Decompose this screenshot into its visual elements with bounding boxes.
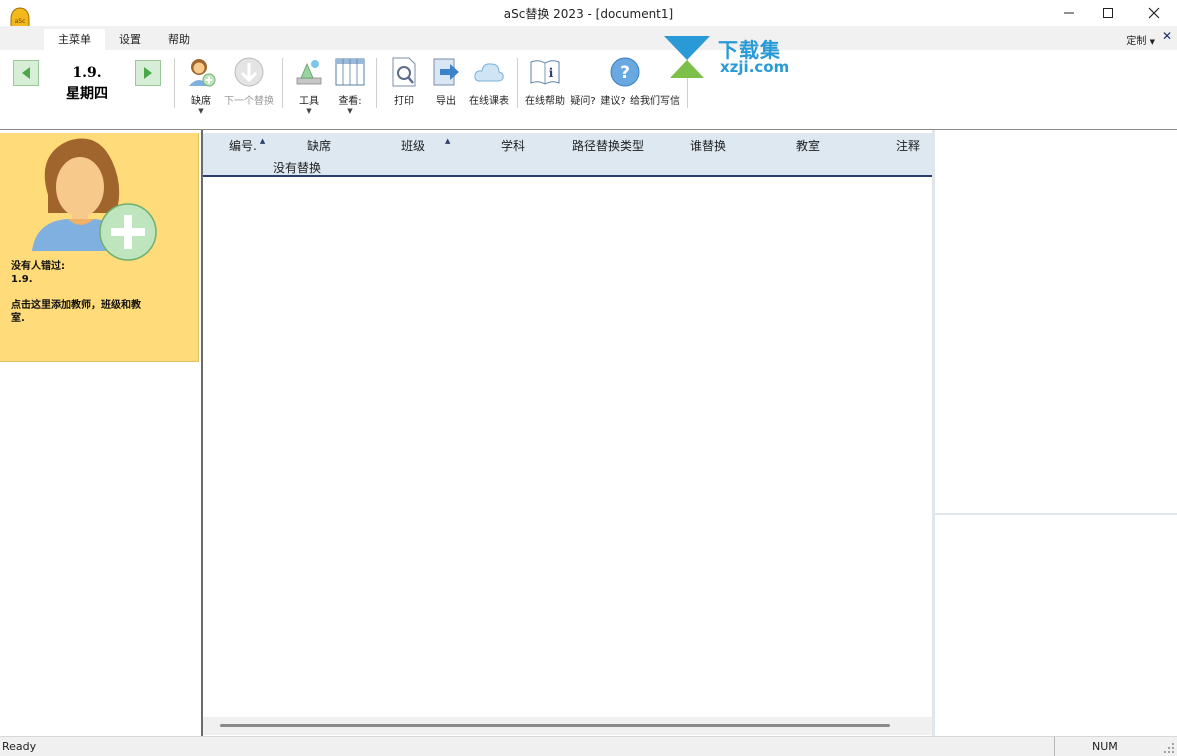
window-title: aSc替换 2023 - [document1] [503,7,674,21]
print-label: 打印 [394,96,414,107]
tab-help[interactable]: 帮助 [154,29,204,50]
next-day-button[interactable] [135,60,161,86]
arrow-left-icon [22,67,30,79]
view-button[interactable]: 查看: ▼ [332,56,368,115]
sort-up-icon: ▲ [259,137,266,145]
online-timetable-button[interactable]: 在线课表 [466,56,512,107]
table-grid-icon [335,58,365,86]
close-window-button[interactable] [1131,0,1177,26]
title-bar: aSc aSc替换 2023 - [document1] [0,0,1177,38]
chevron-down-icon: ▼ [347,107,353,115]
online-help-button[interactable]: i 在线帮助 [523,56,567,107]
teacher-avatar-add-icon [32,138,157,261]
cloud-icon [474,63,504,82]
suggest-button[interactable]: ? 建议? [599,56,640,107]
ribbon-divider [517,58,518,108]
column-class[interactable]: 班级 ▲ [401,137,450,154]
close-icon [1148,7,1160,19]
suggest-label: 建议? [600,96,626,107]
status-num-lock: NUM [1092,740,1118,753]
print-preview-icon [392,57,416,87]
print-button[interactable]: 打印 [388,56,420,107]
add-teachers-card[interactable]: 没有人错过: 1.9. 点击这里添加教师，班级和教 室. [0,133,199,362]
card-date: 1.9. [11,274,33,285]
status-divider [1054,737,1055,756]
ribbon-divider [282,58,283,108]
watermark-logo: 下载集 xzji.com [660,34,810,80]
download-arrow-logo-icon [664,36,710,78]
online-help-label: 在线帮助 [525,96,565,107]
right-pane-top [935,133,1177,515]
card-no-one-missing: 没有人错过: [11,261,65,272]
substitution-table-body[interactable] [203,177,932,717]
tools-icon [296,60,322,85]
right-pane-bottom [935,517,1177,736]
column-classroom[interactable]: 教室 [796,137,820,154]
book-info-icon: i [530,60,560,85]
column-subject[interactable]: 学科 [501,137,525,154]
export-icon [433,58,459,86]
sort-up-icon: ▲ [445,137,451,145]
absence-label: 缺席 [191,96,211,107]
svg-text:i: i [549,66,554,80]
app-window: aSc aSc替换 2023 - [document1] 主菜单 设置 帮助 定… [0,0,1177,756]
maximize-button[interactable] [1085,0,1131,26]
close-ribbon-button[interactable]: ✕ [1162,29,1172,43]
no-substitutions-label: 没有替换 [273,161,322,175]
tools-button[interactable]: 工具 ▼ [292,56,326,115]
customize-menu[interactable]: 定制 ▼ [1126,32,1155,47]
card-hint-line1: 点击这里添加教师，班级和教 [11,300,141,311]
horizontal-scrollbar[interactable] [203,717,932,735]
chevron-down-icon: ▼ [198,107,204,115]
ribbon-tab-bar: 主菜单 设置 帮助 定制 ▼ ✕ [0,26,1177,50]
chevron-down-icon: ▼ [1149,38,1155,46]
minimize-icon [1064,12,1074,14]
export-button[interactable]: 导出 [430,56,462,107]
column-substitution-type[interactable]: 路径替换类型 [572,137,644,154]
view-label: 查看: [338,96,362,107]
tab-settings[interactable]: 设置 [105,29,155,50]
column-substitute[interactable]: 谁替换 [690,137,726,154]
ribbon-toolbar: 1.9. 星期四 缺席 ▼ 下一个替换 工具 ▼ 查看: ▼ 打印 导出 在线课… [0,50,1177,130]
ribbon-divider [174,58,175,108]
teacher-add-icon [189,59,216,87]
next-substitution-button[interactable]: 下一个替换 [222,56,276,107]
write-us-label: 给我们写信 [630,96,680,107]
export-label: 导出 [436,96,456,107]
substitution-table-header: 编号. ▲ 缺席 班级 ▲ 学科 路径替换类型 谁替换 教室 注释 没有替换 [203,133,932,177]
arrow-right-icon [144,67,152,79]
scrollbar-thumb[interactable] [220,724,890,727]
column-notes[interactable]: 注释 [896,137,920,154]
prev-day-button[interactable] [13,60,39,86]
question-label: 疑问? [570,96,596,107]
watermark-url: xzji.com [720,58,790,76]
maximize-icon [1103,8,1113,18]
status-ready: Ready [2,740,37,753]
tab-main-menu[interactable]: 主菜单 [44,29,105,50]
card-hint-line2: 室. [11,313,25,324]
column-absence[interactable]: 缺席 [307,137,331,154]
arrow-down-circle-icon [234,57,264,87]
current-weekday: 星期四 [66,86,108,102]
absence-button[interactable]: 缺席 ▼ [182,56,220,115]
tools-label: 工具 [299,96,319,107]
ribbon-divider [376,58,377,108]
resize-grip-icon[interactable] [1163,742,1175,754]
online-timetable-label: 在线课表 [469,96,509,107]
current-date: 1.9. [72,65,102,81]
column-number[interactable]: 编号. ▲ [229,137,265,154]
question-button[interactable]: 疑问? [569,56,597,107]
chevron-down-icon: ▼ [306,107,312,115]
next-substitution-label: 下一个替换 [224,96,274,107]
status-bar: Ready NUM [0,736,1177,756]
